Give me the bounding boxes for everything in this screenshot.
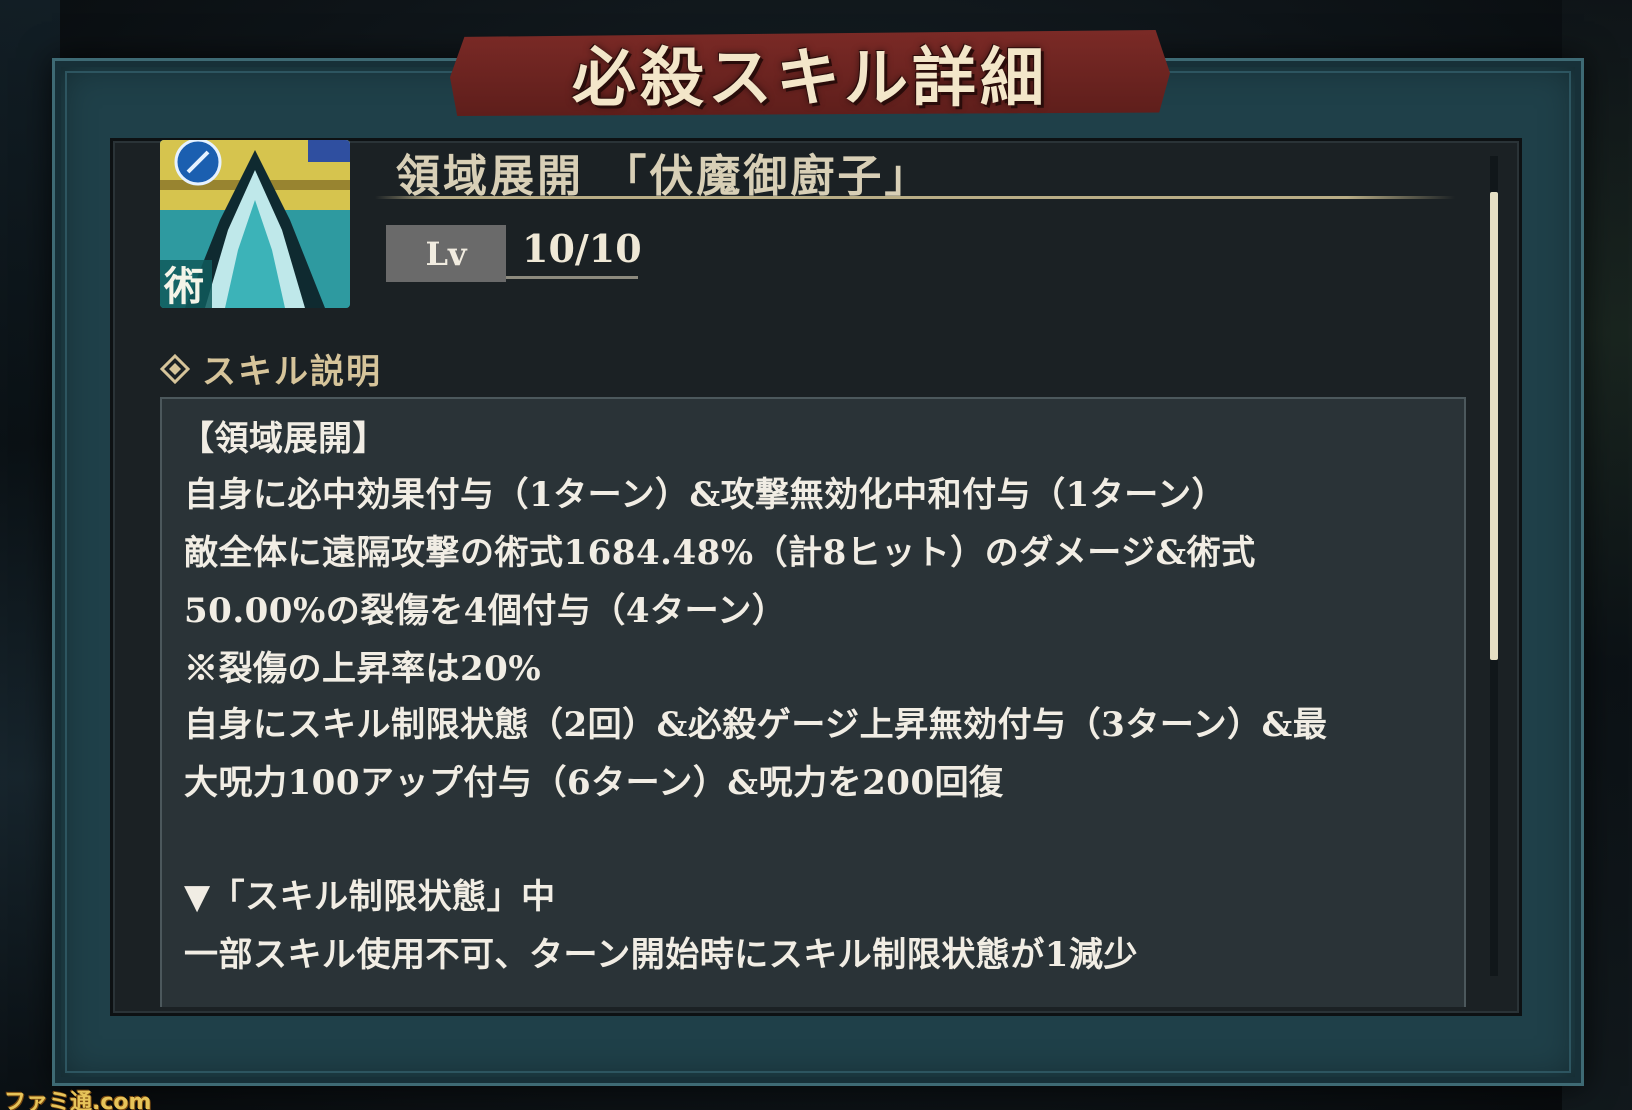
description-line: ※裂傷の上昇率は20% [184,649,542,689]
skill-detail-screen: 必殺スキル詳細 術 領域展開 「伏魔御廚子」 Lv 10/10 スキル説明 【領… [0,0,1632,1110]
dialog-title: 必殺スキル詳細 [572,41,1048,116]
description-line: 一部スキル使用不可、ターン開始時にスキル制限状態が1減少 [184,935,1138,975]
skill-description-box[interactable]: 【領域展開】 自身に必中効果付与（1ターン）&攻撃無効化中和付与（1ターン） 敵… [160,397,1466,1007]
scrollbar-thumb[interactable] [1490,192,1498,660]
level-label: Lv [386,225,506,282]
description-line: 自身にスキル制限状態（2回）&必殺ゲージ上昇無効付与（3ターン）&最 [184,705,1328,745]
level-value: 10/10 [522,226,642,271]
section-header: スキル説明 [160,344,382,393]
diamond-icon [160,353,190,384]
description-line: 自身に必中効果付与（1ターン）&攻撃無効化中和付与（1ターン） [184,475,1227,515]
level-underline [506,276,638,279]
description-line: 大呪力100アップ付与（6ターン）&呪力を200回復 [184,763,1004,803]
description-line: 敵全体に遠隔攻撃の術式1684.48%（計8ヒット）のダメージ&術式 [184,533,1256,573]
domain-expansion-skill-icon: 術 [160,140,350,308]
icon-badge: 術 [163,263,204,308]
description-line: 50.00%の裂傷を4個付与（4ターン） [184,591,787,631]
section-label: スキル説明 [202,352,382,392]
description-line: ▼「スキル制限状態」中 [184,877,556,917]
background-left [0,0,60,1110]
name-divider [375,196,1455,199]
skill-icon: 術 [160,140,350,308]
description-line: 【領域展開】 [180,419,387,459]
skill-name: 領域展開 「伏魔御廚子」 [396,151,932,202]
watermark-logo: ファミ通.com [4,1090,152,1110]
